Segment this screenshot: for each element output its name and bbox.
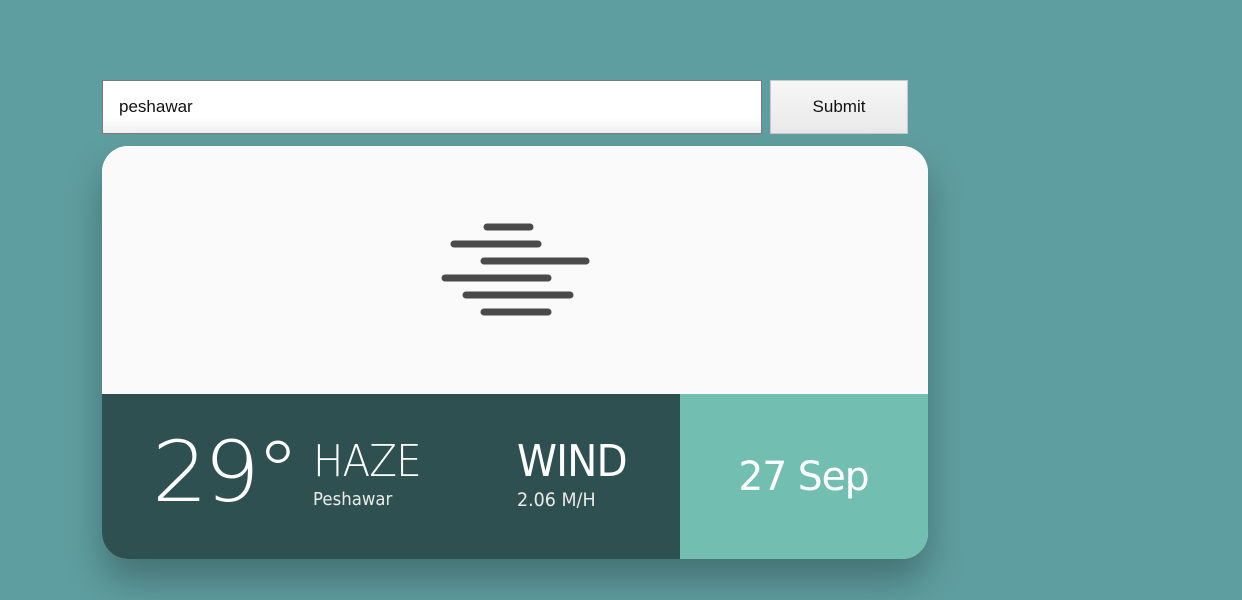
city-name: Peshawar: [313, 489, 393, 510]
weather-card: 29° HAZE Peshawar WIND 2.06 M/H 27 Sep: [102, 146, 928, 559]
search-input[interactable]: [102, 80, 762, 134]
date-panel: 27 Sep: [680, 394, 928, 559]
date-text: 27 Sep: [738, 453, 870, 500]
weather-details: 29° HAZE Peshawar WIND 2.06 M/H 27 Sep: [102, 394, 928, 559]
wind-block: WIND 2.06 M/H: [517, 438, 636, 512]
wind-label: WIND: [517, 436, 628, 487]
info-panel: 29° HAZE Peshawar WIND 2.06 M/H: [102, 394, 680, 559]
condition-block: HAZE Peshawar: [313, 438, 430, 512]
weather-icon-area: [102, 146, 928, 394]
temperature: 29°: [152, 423, 300, 521]
haze-icon: [441, 223, 590, 316]
condition-label: HAZE: [313, 436, 422, 487]
wind-value: 2.06 M/H: [517, 489, 596, 511]
search-bar: Submit: [102, 80, 908, 134]
submit-button[interactable]: Submit: [770, 80, 908, 134]
